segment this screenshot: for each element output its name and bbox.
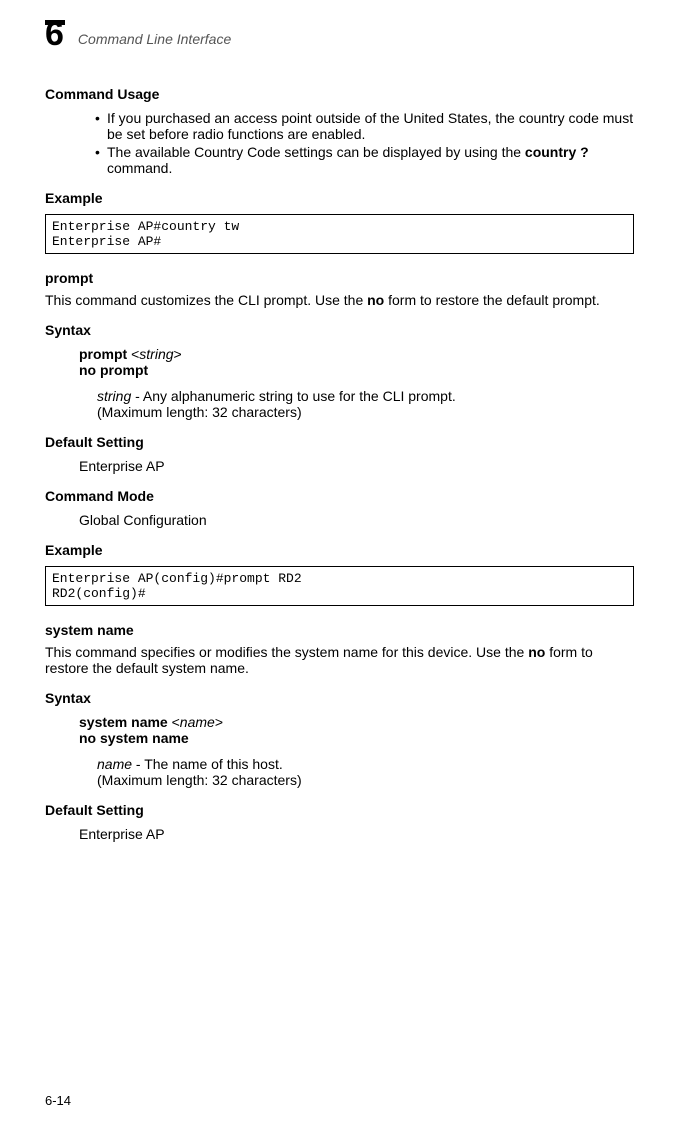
arg-desc-block: string - Any alphanumeric string to use … (97, 388, 634, 420)
arg-desc: - The name of this host. (132, 756, 283, 772)
example-heading: Example (45, 190, 634, 206)
command-usage-heading: Command Usage (45, 86, 634, 102)
example-heading-2: Example (45, 542, 634, 558)
page-number: 6-14 (45, 1093, 71, 1108)
desc-bold: no (367, 292, 384, 308)
list-item-text-post: command. (107, 160, 172, 176)
default-setting-value: Enterprise AP (79, 458, 634, 474)
list-item: If you purchased an access point outside… (95, 110, 634, 142)
syntax-line: prompt <string> (79, 346, 634, 362)
arg-note: (Maximum length: 32 characters) (97, 772, 634, 788)
list-item-text: If you purchased an access point outside… (107, 110, 633, 142)
arg-note: (Maximum length: 32 characters) (97, 404, 634, 420)
syntax-block: prompt <string> no prompt (79, 346, 634, 378)
command-mode-heading: Command Mode (45, 488, 634, 504)
default-setting-heading-2: Default Setting (45, 802, 634, 818)
system-name-command-name: system name (45, 622, 634, 638)
syntax-line: system name <name> (79, 714, 634, 730)
syntax-no: no system name (79, 730, 634, 746)
chapter-title: Command Line Interface (78, 31, 231, 47)
default-setting-heading: Default Setting (45, 434, 634, 450)
arg-name: string (97, 388, 131, 404)
list-item: The available Country Code settings can … (95, 144, 634, 176)
command-usage-list: If you purchased an access point outside… (45, 110, 634, 176)
page-header: 6 Command Line Interface (45, 20, 634, 58)
arg-desc-line: string - Any alphanumeric string to use … (97, 388, 634, 404)
arg-name: name (97, 756, 132, 772)
syntax-heading-2: Syntax (45, 690, 634, 706)
desc-pre: This command customizes the CLI prompt. … (45, 292, 367, 308)
desc-pre: This command specifies or modifies the s… (45, 644, 528, 660)
chapter-number: 6 (45, 15, 64, 53)
arg-desc: - Any alphanumeric string to use for the… (131, 388, 456, 404)
syntax-arg: string (139, 346, 173, 362)
syntax-no: no prompt (79, 362, 634, 378)
prompt-command-name: prompt (45, 270, 634, 286)
list-item-text-bold: country ? (525, 144, 589, 160)
list-item-text-pre: The available Country Code settings can … (107, 144, 525, 160)
syntax-arg: name (180, 714, 215, 730)
syntax-cmd: system name (79, 714, 168, 730)
default-setting-value-2: Enterprise AP (79, 826, 634, 842)
syntax-heading: Syntax (45, 322, 634, 338)
syntax-block-2: system name <name> no system name (79, 714, 634, 746)
example-code-block: Enterprise AP#country tw Enterprise AP# (45, 214, 634, 254)
arg-desc-line: name - The name of this host. (97, 756, 634, 772)
command-mode-value: Global Configuration (79, 512, 634, 528)
syntax-cmd: prompt (79, 346, 127, 362)
arg-desc-block-2: name - The name of this host. (Maximum l… (97, 756, 634, 788)
system-name-description: This command specifies or modifies the s… (45, 644, 634, 676)
example-code-block-2: Enterprise AP(config)#prompt RD2 RD2(con… (45, 566, 634, 606)
chapter-number-box: 6 (45, 20, 78, 58)
prompt-description: This command customizes the CLI prompt. … (45, 292, 634, 308)
desc-post: form to restore the default prompt. (384, 292, 600, 308)
desc-bold: no (528, 644, 545, 660)
